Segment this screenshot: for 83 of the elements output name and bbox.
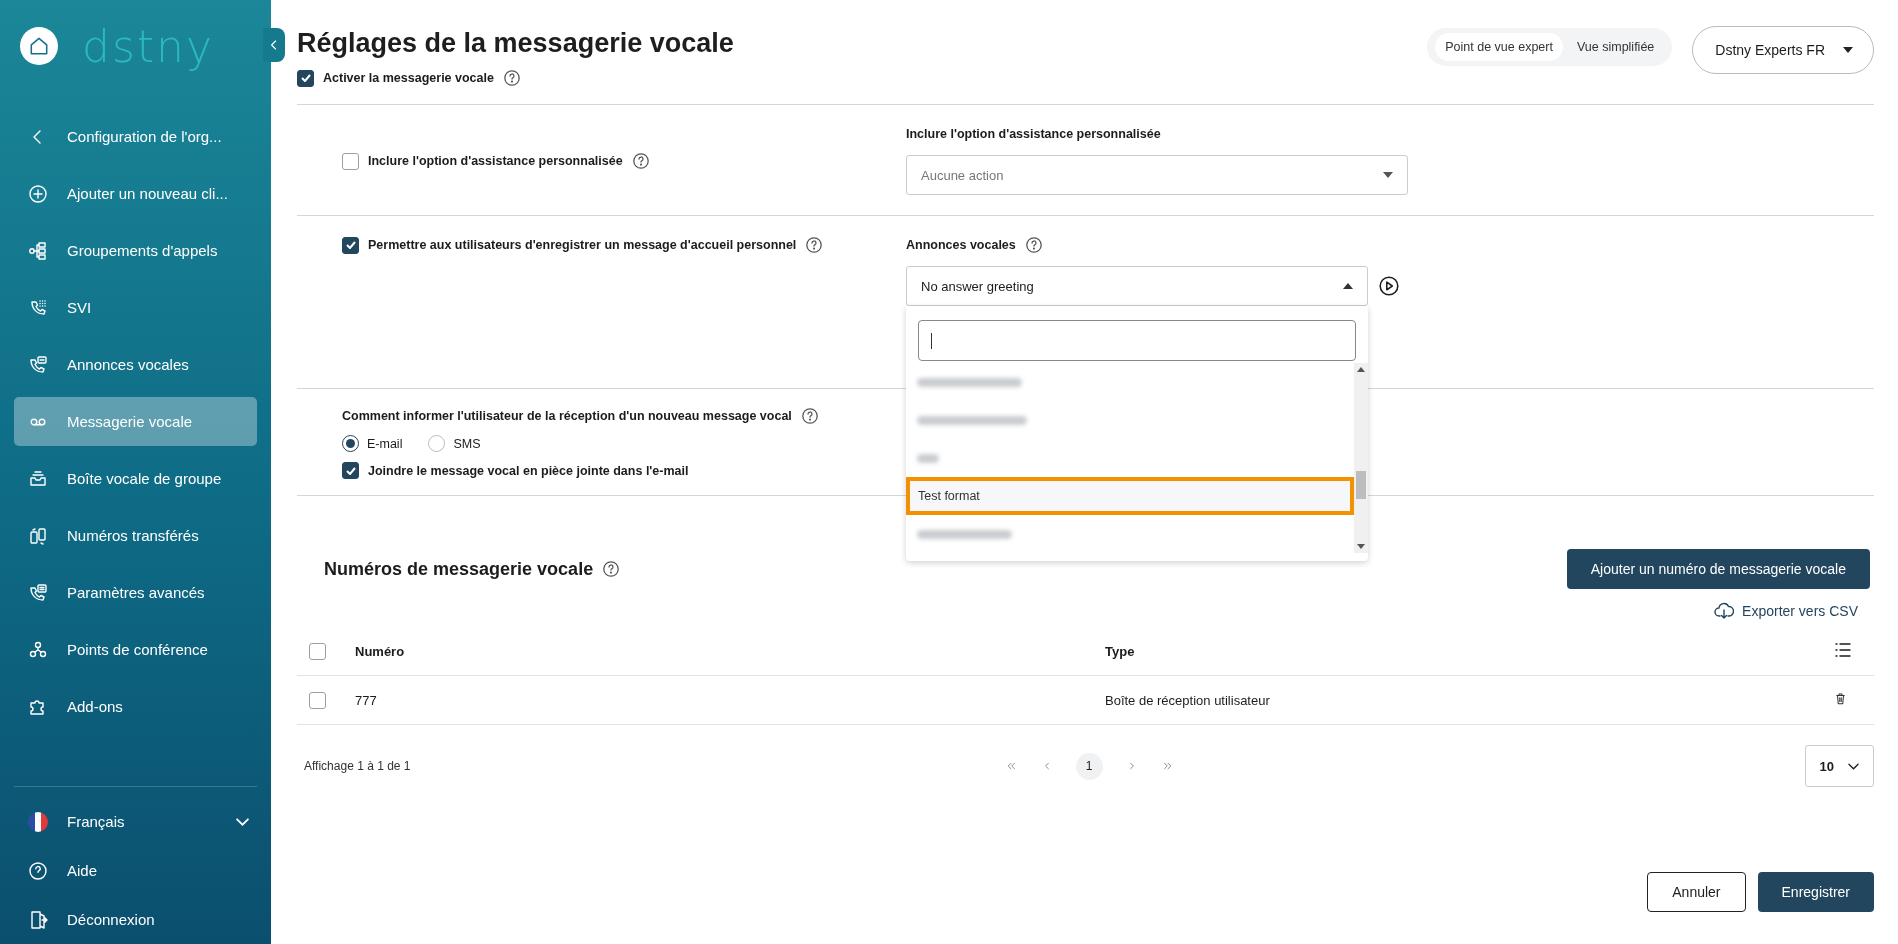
export-link[interactable]: Exporter vers CSV bbox=[1714, 601, 1858, 621]
checkbox[interactable] bbox=[342, 462, 359, 479]
language-selector[interactable]: Français bbox=[14, 797, 257, 846]
add-number-button[interactable]: Ajouter un numéro de messagerie vocale bbox=[1566, 549, 1870, 589]
checkbox[interactable] bbox=[342, 236, 359, 254]
caret-icon bbox=[1843, 47, 1853, 53]
trash-icon bbox=[1833, 691, 1848, 706]
home-icon[interactable] bbox=[20, 27, 58, 65]
greeting-select[interactable]: No answer greeting bbox=[906, 266, 1368, 306]
delete-button[interactable] bbox=[1833, 691, 1848, 706]
chevron-down-icon bbox=[1848, 762, 1859, 770]
help-link[interactable]: Aide bbox=[14, 846, 257, 895]
phone-forward-icon bbox=[28, 525, 48, 546]
help-icon bbox=[800, 407, 819, 425]
caret-icon bbox=[1343, 283, 1353, 289]
sidebar-item[interactable]: Boîte vocale de groupe bbox=[14, 454, 257, 503]
field-label: Annonces vocales bbox=[906, 238, 1016, 252]
hierarchy-icon bbox=[28, 240, 48, 261]
cancel-button[interactable]: Annuler bbox=[1647, 872, 1746, 912]
cloud-download-icon bbox=[1714, 601, 1735, 621]
logout-link[interactable]: Déconnexion bbox=[14, 895, 257, 944]
action-select[interactable]: Aucune action bbox=[906, 155, 1408, 195]
scroll-up-icon[interactable] bbox=[1357, 367, 1365, 372]
section-title: Numéros de messagerie vocale bbox=[324, 558, 594, 580]
dropdown-option[interactable]: Test format bbox=[906, 477, 1354, 515]
view-tab[interactable]: Point de vue expert bbox=[1435, 33, 1563, 61]
sidebar-item[interactable]: SVI bbox=[14, 283, 257, 332]
checkbox[interactable] bbox=[297, 69, 314, 87]
search-field[interactable] bbox=[918, 320, 1356, 361]
help-icon bbox=[28, 860, 48, 881]
sidebar-item[interactable]: Annonces vocales bbox=[14, 340, 257, 389]
page-size-select[interactable]: 10 bbox=[1804, 745, 1874, 787]
sidebar-item[interactable]: Groupements d'appels bbox=[14, 226, 257, 275]
sidebar-item[interactable]: Points de conférence bbox=[14, 625, 257, 674]
sidebar-item[interactable]: Numéros transférés bbox=[14, 511, 257, 560]
help-icon bbox=[631, 152, 650, 170]
phone-message-icon bbox=[28, 354, 48, 375]
scrollbar[interactable] bbox=[1354, 363, 1368, 553]
scroll-down-icon[interactable] bbox=[1357, 544, 1365, 549]
back-link[interactable]: Configuration de l'org... bbox=[14, 112, 257, 161]
row-checkbox[interactable] bbox=[309, 691, 326, 709]
column-header: Type bbox=[1105, 643, 1135, 659]
phone-keypad-icon bbox=[28, 297, 48, 318]
checkmark-icon bbox=[345, 241, 356, 249]
caret-icon bbox=[1383, 172, 1393, 178]
help-icon bbox=[1024, 236, 1043, 254]
group-icon bbox=[28, 639, 48, 660]
sidebar-item[interactable]: Add-ons bbox=[14, 682, 257, 731]
column-header: Numéro bbox=[355, 643, 405, 659]
blurred-option bbox=[917, 453, 939, 463]
view-tab[interactable]: Vue simplifiée bbox=[1566, 33, 1665, 61]
help-icon bbox=[502, 69, 521, 87]
save-button[interactable]: Enregistrer bbox=[1757, 872, 1874, 912]
radio-label: SMS bbox=[453, 436, 481, 451]
checkmark-icon bbox=[300, 74, 311, 82]
table-cell: 777 bbox=[355, 692, 377, 708]
checkbox-label: Joindre le message vocal en pièce jointe dans l'e-mail bbox=[368, 463, 689, 478]
phone-settings-icon bbox=[28, 582, 48, 603]
checkbox-label: Inclure l'option d'assistance personnalisée bbox=[368, 154, 623, 168]
page-button[interactable]: 1 bbox=[1075, 752, 1103, 780]
page-title: Réglages de la messagerie vocale bbox=[297, 28, 734, 59]
pagination-summary: Affichage 1 à 1 de 1 bbox=[304, 759, 412, 773]
field-label: Inclure l'option d'assistance personnalisée bbox=[906, 127, 1162, 141]
select-all-checkbox[interactable] bbox=[309, 642, 326, 660]
flag-icon bbox=[28, 811, 48, 832]
chevron-down-icon bbox=[236, 817, 249, 826]
inbox-icon bbox=[28, 468, 48, 489]
sidebar-item[interactable]: Paramètres avancés bbox=[14, 568, 257, 617]
plus-circle-icon bbox=[28, 183, 48, 204]
question-label: Comment informer l'utilisateur de la réception d'un nouveau message vocal bbox=[342, 409, 792, 423]
play-icon bbox=[1378, 275, 1400, 297]
door-icon bbox=[28, 909, 48, 930]
checkmark-icon bbox=[345, 466, 356, 475]
checkbox-label: Activer la messagerie vocale bbox=[323, 71, 494, 85]
collapse-sidebar-button[interactable] bbox=[263, 28, 285, 62]
table-cell: Boîte de réception utilisateur bbox=[1105, 692, 1270, 708]
scrollbar-thumb[interactable] bbox=[1356, 471, 1366, 499]
help-icon bbox=[805, 236, 824, 254]
help-icon bbox=[602, 560, 621, 578]
checkbox-label: Permettre aux utilisateurs d'enregistrer un message d'accueil personnel bbox=[368, 238, 797, 252]
radio-label: E-mail bbox=[367, 436, 403, 451]
sidebar-item[interactable]: Ajouter un nouveau cli... bbox=[14, 169, 257, 218]
checkbox[interactable] bbox=[342, 152, 359, 170]
